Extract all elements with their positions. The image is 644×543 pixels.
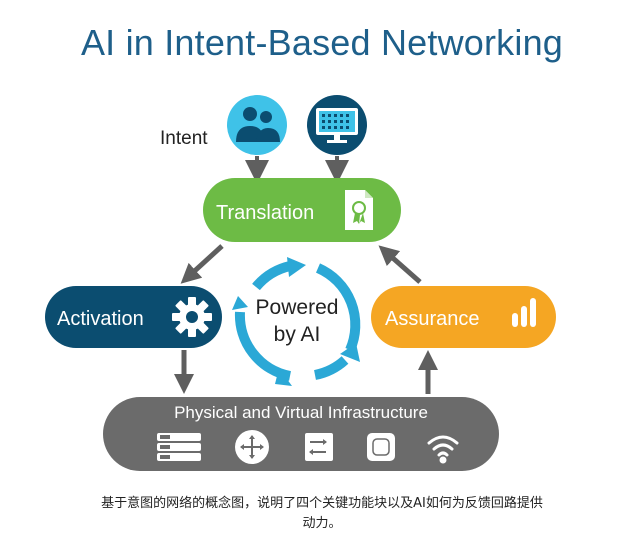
translation-label: Translation: [216, 202, 314, 224]
figure-caption: 基于意图的网络的概念图，说明了四个关键功能块以及AI如何为反馈回路提供 动力。: [0, 494, 644, 534]
access-point-icon: [367, 433, 395, 461]
cycle-arrow-bottom: [313, 356, 349, 380]
activation-block: Activation: [45, 286, 222, 348]
assurance-label: Assurance: [385, 308, 480, 330]
infrastructure-block: Physical and Virtual Infrastructure: [103, 397, 499, 471]
assurance-block: Assurance: [371, 286, 556, 348]
ai-cycle: Powered by AI: [232, 257, 361, 386]
translation-block: Translation: [203, 178, 401, 242]
caption-line-1: 基于意图的网络的概念图，说明了四个关键功能块以及AI如何为反馈回路提供: [101, 496, 543, 511]
caption-line-2: 动力。: [302, 516, 342, 531]
infrastructure-label: Physical and Virtual Infrastructure: [174, 403, 428, 422]
router-icon: [235, 430, 269, 464]
monitor-dashboard-icon: [307, 95, 367, 155]
cycle-arrow-top: [252, 261, 292, 291]
ibn-diagram: Intent Translation Activation Assurance …: [45, 95, 556, 471]
certificate-icon: [345, 190, 373, 230]
powered-label: Powered: [256, 296, 339, 319]
switch-icon: [305, 433, 333, 461]
gear-icon: [172, 297, 212, 337]
server-icon: [157, 433, 201, 461]
arrow-assurance-to-translation: [378, 245, 422, 284]
intent-label: Intent: [160, 128, 208, 149]
users-icon: [227, 95, 287, 155]
activation-label: Activation: [57, 308, 144, 330]
by-ai-label: by AI: [274, 323, 321, 346]
arrow-translation-to-activation: [180, 244, 224, 284]
